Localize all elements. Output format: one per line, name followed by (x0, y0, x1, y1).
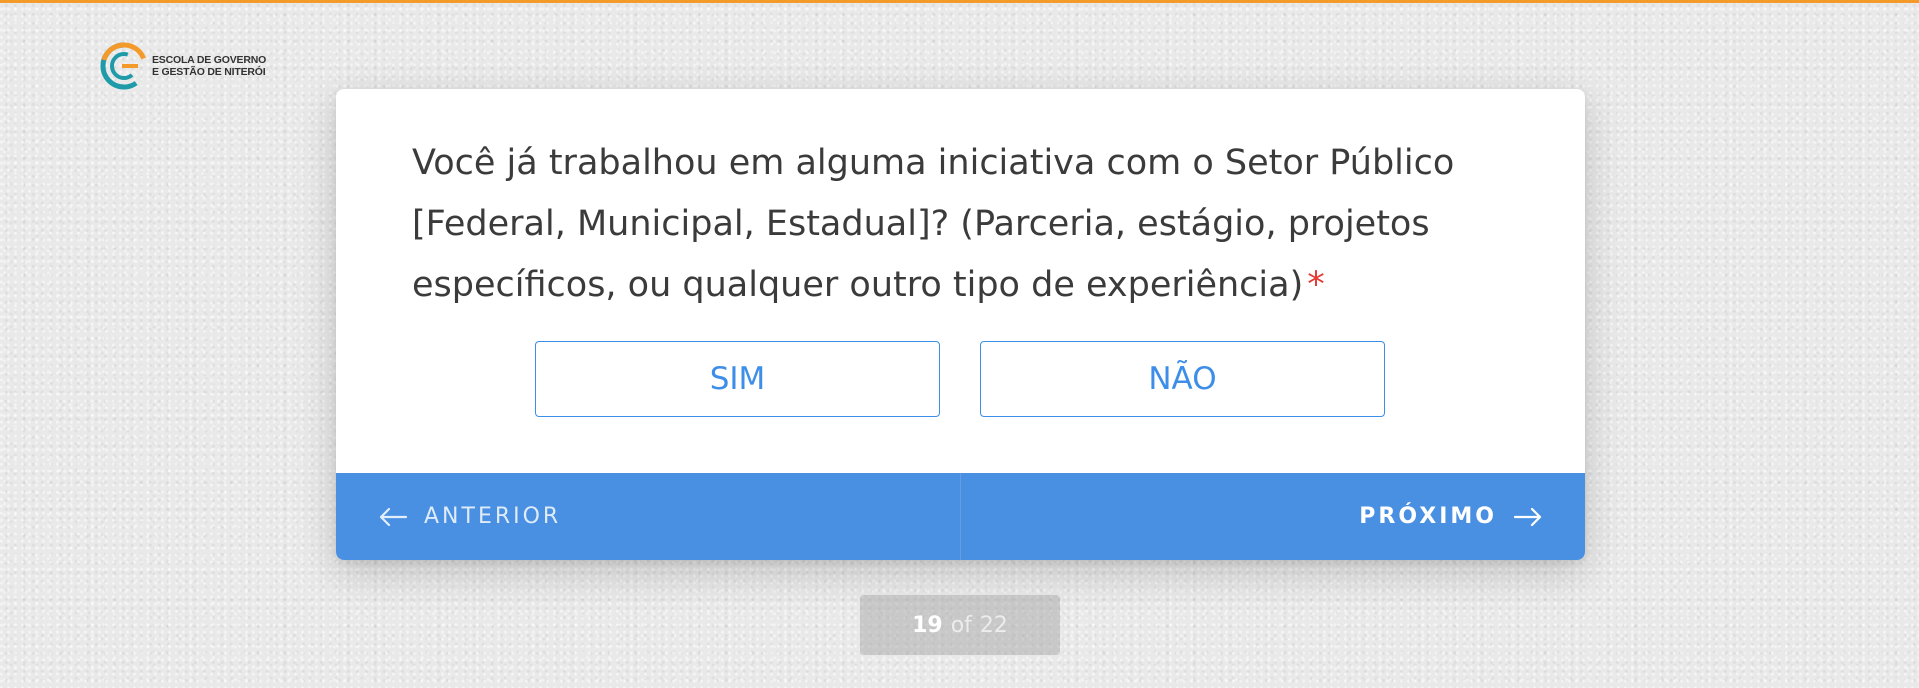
next-label: PRÓXIMO (1359, 504, 1497, 529)
question-card: Você já trabalhou em alguma iniciativa c… (336, 89, 1585, 560)
top-accent-bar (0, 0, 1919, 3)
navigation-bar: ANTERIOR PRÓXIMO (336, 473, 1585, 560)
progress-total: 22 (979, 612, 1008, 638)
next-button[interactable]: PRÓXIMO (961, 473, 1586, 560)
logo-text: ESCOLA DE GOVERNO E GESTÃO DE NITERÓI (152, 54, 266, 78)
progress-indicator: 19 of 22 (860, 595, 1060, 655)
arrow-right-icon (1513, 507, 1542, 526)
previous-label: ANTERIOR (424, 504, 562, 529)
question-text-block: Você já trabalhou em alguma iniciativa c… (412, 133, 1472, 316)
progress-of-label: of (950, 612, 972, 638)
logo: ESCOLA DE GOVERNO E GESTÃO DE NITERÓI (100, 42, 266, 90)
required-marker: * (1307, 265, 1325, 305)
answer-options: SIM NÃO (535, 341, 1385, 417)
previous-button[interactable]: ANTERIOR (336, 473, 961, 560)
progress-current: 19 (912, 612, 943, 638)
logo-line-2: E GESTÃO DE NITERÓI (152, 66, 266, 78)
logo-mark-icon (100, 42, 148, 90)
question-text: Você já trabalhou em alguma iniciativa c… (412, 143, 1455, 305)
answer-no-button[interactable]: NÃO (980, 341, 1385, 417)
answer-yes-button[interactable]: SIM (535, 341, 940, 417)
logo-line-1: ESCOLA DE GOVERNO (152, 54, 267, 66)
arrow-left-icon (379, 507, 408, 526)
